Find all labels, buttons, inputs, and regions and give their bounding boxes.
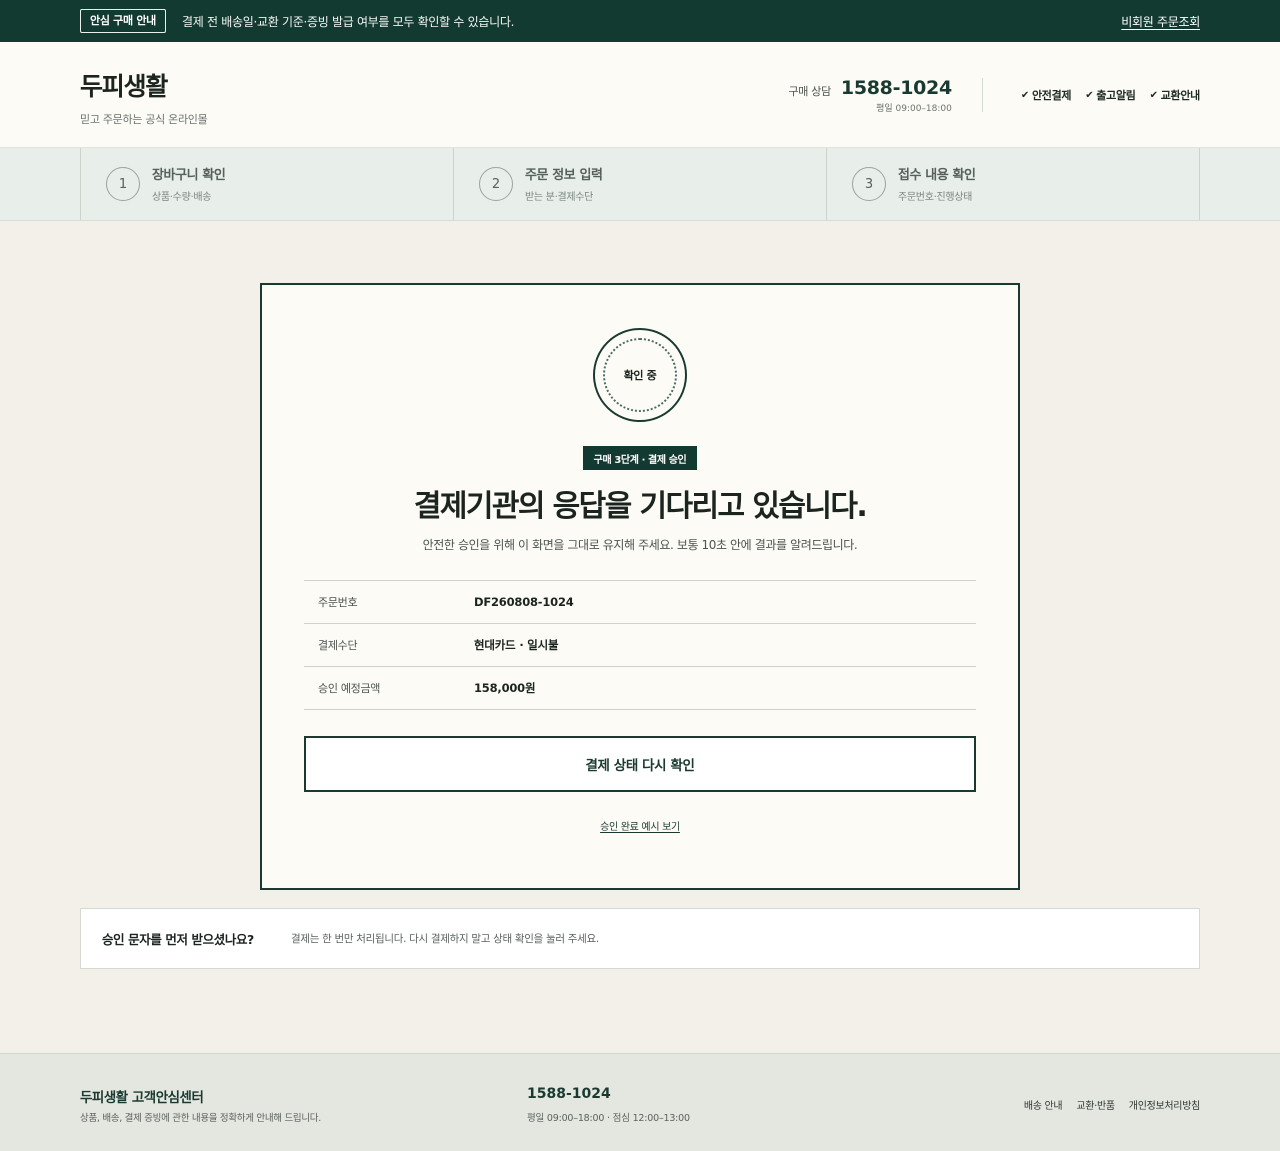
step-cart: 1 장바구니 확인 상품·수량·배송 — [81, 148, 454, 220]
contact-label: 구매 상담 — [788, 85, 831, 98]
footer-link-exchange[interactable]: 교환·반품 — [1076, 1097, 1115, 1112]
assurance-label: 안전결제 — [1031, 89, 1072, 102]
safe-purchase-badge: 안심 구매 안내 — [80, 9, 166, 33]
step-number: 3 — [852, 167, 886, 201]
order-number-value: DF260808-1024 — [474, 595, 574, 609]
amount-value: 158,000원 — [474, 681, 536, 695]
top-notice-bar: 안심 구매 안내 결제 전 배송일·교환 기준·증빙 발급 여부를 모두 확인할… — [0, 0, 1280, 42]
contact-phone: 1588-1024 — [840, 77, 952, 99]
footer-link-shipping[interactable]: 배송 안내 — [1024, 1097, 1063, 1112]
page-subtitle: 안전한 승인을 위해 이 화면을 그대로 유지해 주세요. 보통 10초 안에 … — [422, 538, 858, 552]
assurance-list: ✔ 안전결제 ✔ 출고알림 ✔ 교환안내 — [1021, 87, 1200, 103]
check-icon: ✔ — [1020, 89, 1029, 101]
footer-description: 상품, 배송, 결제 증빙에 관한 내용을 정확하게 안내해 드립니다. — [80, 1113, 321, 1124]
assurance-shipping-alert: ✔ 출고알림 — [1085, 87, 1136, 103]
step-title: 장바구니 확인 — [152, 167, 226, 183]
table-row: 승인 예정금액 158,000원 — [304, 667, 976, 710]
step-number: 2 — [479, 167, 513, 201]
purchase-contact: 구매 상담 1588-1024 평일 09:00–18:00 — [788, 77, 983, 114]
brand-block: 두피생활 믿고 주문하는 공식 온라인몰 — [80, 67, 208, 127]
help-text: 결제는 한 번만 처리됩니다. 다시 결제하지 말고 상태 확인을 눌러 주세요… — [291, 933, 599, 945]
order-number-label: 주문번호 — [318, 596, 358, 609]
step-subtitle: 주문번호·진행상태 — [898, 191, 973, 203]
help-notice-box: 승인 문자를 먼저 받으셨나요? 결제는 한 번만 처리됩니다. 다시 결제하지… — [80, 908, 1200, 969]
footer-link-privacy[interactable]: 개인정보처리방침 — [1129, 1097, 1201, 1112]
table-row: 결제수단 현대카드 · 일시불 — [304, 624, 976, 667]
brand-tagline: 믿고 주문하는 공식 온라인몰 — [80, 113, 208, 126]
site-header: 두피생활 믿고 주문하는 공식 온라인몰 구매 상담 1588-1024 평일 … — [0, 42, 1280, 148]
assurance-label: 교환안내 — [1160, 89, 1201, 102]
step-title: 접수 내용 확인 — [898, 167, 976, 183]
check-icon: ✔ — [1085, 89, 1094, 101]
recheck-payment-status-button[interactable]: 결제 상태 다시 확인 — [304, 736, 976, 792]
assurance-label: 출고알림 — [1096, 89, 1136, 102]
payment-status-card: 확인 중 구매 3단계 · 결제 승인 결제기관의 응답을 기다리고 있습니다.… — [260, 283, 1020, 890]
footer-links: 배송 안내 교환·반품 개인정보처리방침 — [1024, 1097, 1200, 1112]
notice-text: 결제 전 배송일·교환 기준·증빙 발급 여부를 모두 확인할 수 있습니다. — [181, 14, 515, 29]
help-title: 승인 문자를 먼저 받으셨나요? — [102, 932, 254, 947]
payment-method-label: 결제수단 — [318, 639, 358, 652]
brand-logo[interactable]: 두피생활 — [80, 67, 207, 103]
step-confirmation: 3 접수 내용 확인 주문번호·진행상태 — [827, 148, 1200, 220]
footer-phone: 1588-1024 — [527, 1086, 611, 1102]
step-number: 1 — [106, 167, 140, 201]
order-info-table: 주문번호 DF260808-1024 결제수단 현대카드 · 일시불 승인 예정… — [304, 580, 976, 710]
assurance-exchange-info: ✔ 교환안내 — [1149, 87, 1201, 103]
step-tag: 구매 3단계 · 결제 승인 — [583, 446, 697, 470]
page-title: 결제기관의 응답을 기다리고 있습니다. — [413, 489, 868, 524]
footer-center-name: 두피생활 고객안심센터 — [80, 1090, 204, 1106]
footer-hours: 평일 09:00–18:00 · 점심 12:00–13:00 — [527, 1113, 690, 1124]
status-indicator: 확인 중 — [593, 328, 687, 422]
payment-method-value: 현대카드 · 일시불 — [474, 638, 559, 652]
table-row: 주문번호 DF260808-1024 — [304, 581, 976, 624]
approval-sample-link[interactable]: 승인 완료 예시 보기 — [262, 818, 1018, 833]
step-subtitle: 받는 분·결제수단 — [525, 191, 594, 203]
step-order-info: 2 주문 정보 입력 받는 분·결제수단 — [454, 148, 827, 220]
status-label: 확인 중 — [603, 338, 677, 412]
checkout-steps: 1 장바구니 확인 상품·수량·배송 2 주문 정보 입력 받는 분·결제수단 … — [0, 148, 1280, 221]
step-subtitle: 상품·수량·배송 — [152, 191, 212, 203]
check-icon: ✔ — [1149, 89, 1158, 101]
amount-label: 승인 예정금액 — [318, 682, 381, 695]
step-title: 주문 정보 입력 — [525, 167, 603, 183]
assurance-safe-payment: ✔ 안전결제 — [1020, 87, 1072, 103]
guest-order-lookup-link[interactable]: 비회원 주문조회 — [1121, 13, 1200, 30]
contact-hours: 평일 09:00–18:00 — [876, 104, 952, 114]
site-footer: 두피생활 고객안심센터 상품, 배송, 결제 증빙에 관한 내용을 정확하게 안… — [0, 1053, 1280, 1151]
